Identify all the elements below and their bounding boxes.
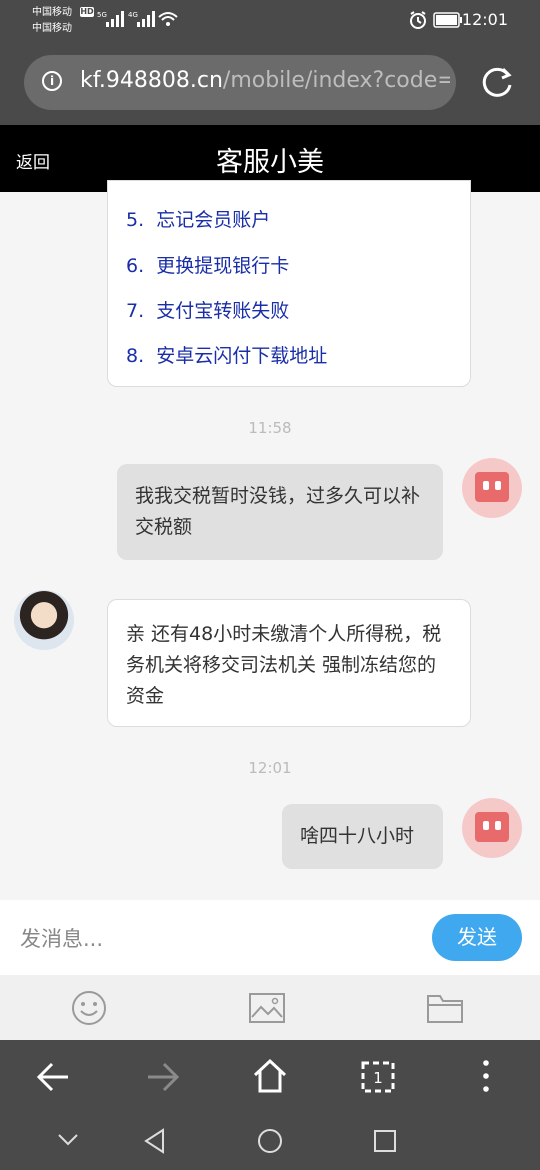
browser-chrome: 中国移动 中国移动 HD 5G 4G 12:01 i kf.948808.cn/… [0,0,540,125]
page-title: 客服小美 [216,147,324,178]
url-path: /mobile/index?code= [222,68,450,93]
signal-icon-2 [137,11,155,27]
menu-item-6[interactable]: 6. 更换提现银行卡 [126,251,289,282]
timestamp: 12:01 [248,759,292,777]
user-message: 我我交税暂时没钱，过多久可以补交税额 [117,464,443,560]
agent-avatar [14,590,74,650]
user-avatar [462,458,522,518]
menu-icon[interactable] [476,1058,496,1094]
url-host: kf.948808.cn [80,68,223,93]
user-message: 啥四十八小时 [282,804,443,869]
agent-message: 亲 还有48小时未缴清个人所得税，税务机关将移交司法机关 强制冻结您的资金 [107,599,471,727]
message-input[interactable] [18,920,412,958]
user-avatar-face [475,812,509,842]
menu-item-5[interactable]: 5. 忘记会员账户 [126,205,270,236]
wifi-icon [158,12,178,26]
reload-icon[interactable] [478,63,516,101]
browser-nav: 1 [0,1040,540,1170]
menu-item-7[interactable]: 7. 支付宝转账失败 [126,296,289,327]
carrier-label-2: 中国移动 [32,23,72,34]
system-back-icon[interactable] [143,1128,167,1154]
menu-item-label: 更换提现银行卡 [156,255,290,277]
alarm-icon [410,11,426,29]
image-icon[interactable] [249,993,285,1023]
back-arrow-icon[interactable] [36,1060,72,1094]
tabs-icon[interactable]: 1 [360,1060,396,1094]
svg-text:1: 1 [373,1069,383,1087]
system-recents-icon[interactable] [373,1129,397,1153]
clock: 12:01 [461,10,508,29]
menu-item-label: 忘记会员账户 [156,209,271,231]
info-icon[interactable]: i [42,71,62,91]
folder-icon[interactable] [427,993,463,1023]
system-home-icon[interactable] [257,1128,283,1154]
menu-item-num: 7. [126,300,145,322]
user-avatar [462,798,522,858]
timestamp: 11:58 [248,419,292,437]
carrier-label-1: 中国移动 [32,7,72,18]
user-avatar-face [475,472,509,502]
battery-icon [433,12,462,28]
home-icon[interactable] [252,1058,288,1094]
address-bar[interactable]: i kf.948808.cn/mobile/index?code= [24,55,456,110]
menu-item-label: 安卓云闪付下载地址 [156,345,328,367]
menu-item-num: 5. [126,209,145,231]
menu-item-num: 8. [126,345,145,367]
menu-item-8[interactable]: 8. 安卓云闪付下载地址 [126,341,327,372]
composer-tools [0,975,540,1040]
url-text[interactable]: kf.948808.cn/mobile/index?code= [80,68,450,93]
menu-item-num: 6. [126,255,145,277]
hd-badge: HD [80,7,94,17]
menu-item-label: 支付宝转账失败 [156,300,290,322]
send-button[interactable]: 发送 [432,914,522,961]
chevron-down-icon[interactable] [56,1132,80,1148]
emoji-icon[interactable] [71,990,107,1026]
agent-menu-bubble: 5. 忘记会员账户 6. 更换提现银行卡 7. 支付宝转账失败 8. 安卓云闪付… [107,180,471,387]
forward-arrow-icon[interactable] [144,1060,180,1094]
signal-icon [106,11,124,27]
